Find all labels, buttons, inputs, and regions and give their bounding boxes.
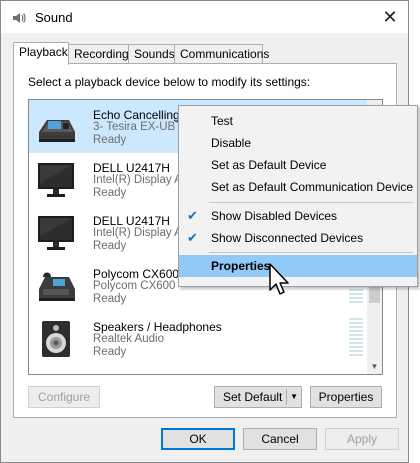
device-name: Echo Cancelling [93, 108, 180, 122]
scroll-down-icon[interactable]: ▼ [367, 359, 382, 374]
checkmark-icon: ✔ [187, 230, 198, 245]
desk-phone-icon [35, 265, 77, 307]
apply-button[interactable]: Apply [325, 428, 399, 450]
menu-item-label: Set as Default Device [211, 158, 327, 172]
ok-button[interactable]: OK [161, 428, 235, 450]
device-description: Intel(R) Display A [93, 227, 182, 239]
monitor-icon [35, 212, 77, 254]
checkmark-icon: ✔ [187, 208, 198, 223]
monitor-icon [35, 159, 77, 201]
context-menu: Test Disable Set as Default Device Set a… [178, 105, 418, 287]
device-name: Speakers / Headphones [93, 320, 222, 334]
menu-item-label: Disable [211, 136, 252, 150]
device-status: Ready [93, 187, 127, 199]
close-icon[interactable]: ✕ [380, 7, 400, 27]
device-status: Ready [93, 293, 127, 305]
cancel-button[interactable]: Cancel [243, 428, 317, 450]
set-default-label: Set Default [223, 390, 283, 404]
menu-item-test[interactable]: Test [179, 110, 417, 132]
device-description: 3- Tesira EX-UBT [93, 121, 183, 133]
tab-recording[interactable]: Recording [68, 44, 129, 63]
device-status: Ready [93, 240, 127, 252]
device-status: Ready [93, 346, 127, 358]
tab-playback[interactable]: Playback [13, 42, 69, 65]
menu-item-properties[interactable]: Properties [179, 255, 417, 277]
menu-item-label: Set as Default Communication Device [211, 180, 414, 194]
device-properties-button[interactable]: Properties [310, 386, 382, 408]
device-description: Intel(R) Display A [93, 174, 182, 186]
menu-separator [209, 202, 413, 203]
split-divider [286, 389, 287, 405]
menu-item-label: Show Disconnected Devices [211, 231, 364, 245]
level-meter [349, 318, 363, 358]
menu-item-disable[interactable]: Disable [179, 132, 417, 154]
mouse-pointer-icon [268, 262, 294, 298]
device-name: DELL U2417H [93, 161, 170, 175]
configure-button[interactable]: Configure [28, 386, 100, 408]
instructions-text: Select a playback device below to modify… [28, 75, 311, 89]
conference-phone-icon [35, 106, 77, 148]
device-item[interactable]: Speakers / Headphones Realtek Audio Read… [29, 312, 369, 365]
device-name: Polycom CX600 [93, 267, 180, 281]
set-default-button[interactable]: Set Default ▼ [214, 386, 302, 408]
menu-separator [209, 252, 413, 253]
sound-app-icon [11, 10, 27, 26]
device-description: Realtek Audio [93, 333, 164, 345]
device-name: DELL U2417H [93, 214, 170, 228]
menu-item-show-disconnected-devices[interactable]: ✔ Show Disconnected Devices [179, 227, 417, 249]
speaker-icon [35, 318, 77, 360]
device-status: Ready [93, 134, 127, 146]
menu-item-label: Test [211, 114, 234, 128]
window-title: Sound [35, 10, 73, 25]
tab-communications[interactable]: Communications [174, 44, 269, 63]
tab-sounds[interactable]: Sounds [128, 44, 175, 63]
menu-item-label: Properties [211, 259, 271, 273]
device-description: Polycom CX600 [93, 280, 176, 292]
title-bar: Sound ✕ [1, 1, 408, 33]
menu-item-show-disabled-devices[interactable]: ✔ Show Disabled Devices [179, 205, 417, 227]
menu-item-label: Show Disabled Devices [211, 209, 338, 223]
menu-item-set-default-communication-device[interactable]: Set as Default Communication Device [179, 176, 417, 198]
dropdown-arrow-icon[interactable]: ▼ [290, 387, 298, 407]
menu-item-set-default-device[interactable]: Set as Default Device [179, 154, 417, 176]
